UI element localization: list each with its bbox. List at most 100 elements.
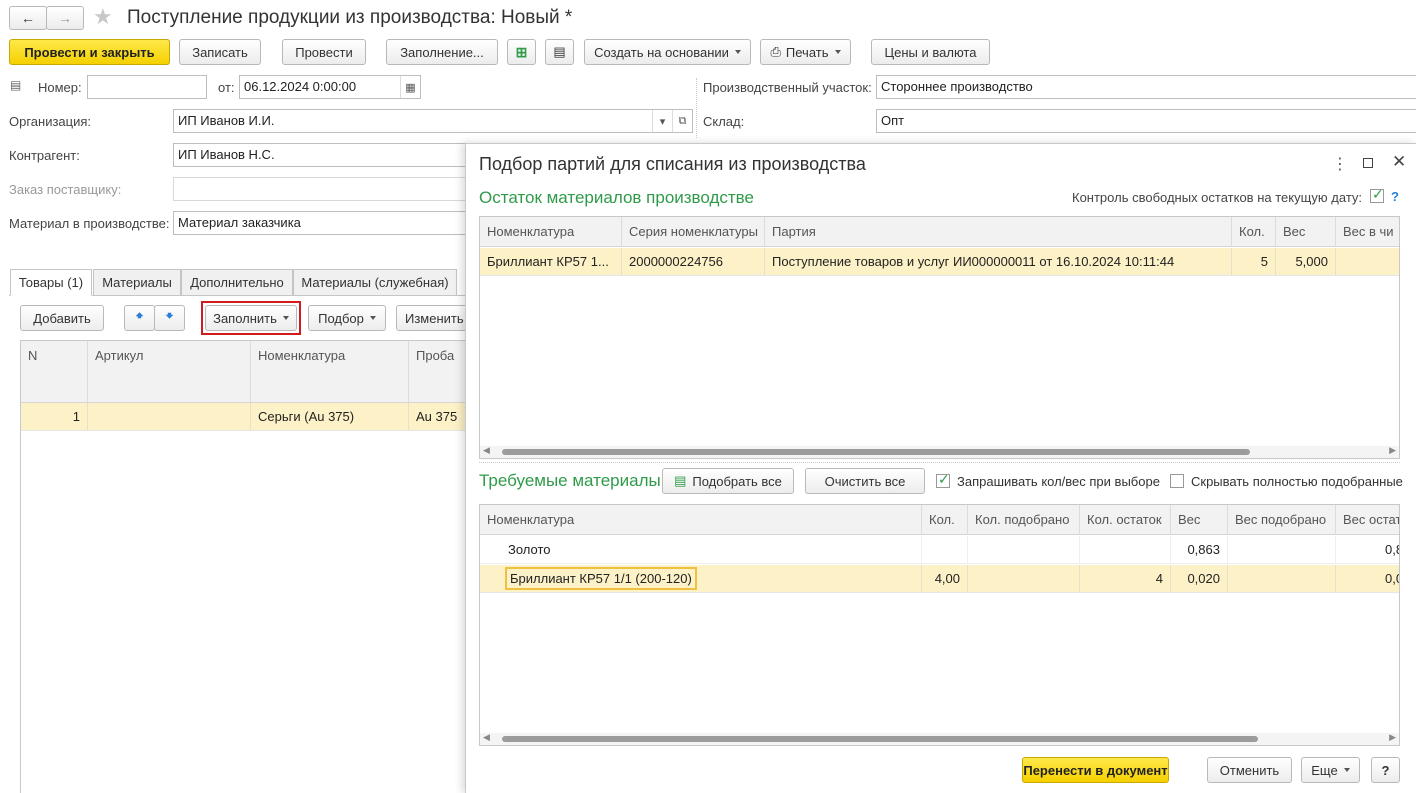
scrollbar-thumb[interactable] <box>502 736 1258 742</box>
column-header[interactable]: Номенклатура <box>480 505 922 534</box>
more-button[interactable]: Еще <box>1301 757 1360 783</box>
move-up-button[interactable]: 🠹 <box>124 305 155 331</box>
help-button[interactable]: ? <box>1371 757 1400 783</box>
print-button[interactable]: ⎙ Печать <box>760 39 851 65</box>
cell-weight-in <box>1336 248 1399 275</box>
dropdown-icon[interactable]: ▾ <box>652 110 672 132</box>
clear-all-button[interactable]: Очистить все <box>805 468 925 494</box>
post-and-close-button[interactable]: Провести и закрыть <box>9 39 170 65</box>
column-header[interactable]: Кол. <box>1232 217 1276 246</box>
pick-button[interactable]: Подбор <box>308 305 386 331</box>
back-button[interactable]: ← <box>9 6 47 30</box>
scroll-left-icon[interactable]: ◀ <box>483 732 490 743</box>
cell-batch: Поступление товаров и услуг ИИ000000011 … <box>765 248 1232 275</box>
table-row[interactable]: 1 Серьги (Au 375) Au 375 <box>21 403 480 431</box>
more-vert-icon[interactable]: ⋮ <box>1332 154 1348 174</box>
scrollbar-thumb[interactable] <box>502 449 1250 455</box>
column-header[interactable]: Кол. подобрано <box>968 505 1080 534</box>
add-green-button[interactable]: ⊞ <box>507 39 536 65</box>
create-based-button[interactable]: Создать на основании <box>584 39 751 65</box>
scroll-left-icon[interactable]: ◀ <box>483 445 490 456</box>
table-row[interactable]: Золото 0,863 0,8 <box>480 536 1399 564</box>
tab-materials[interactable]: Материалы <box>93 269 181 296</box>
column-header[interactable]: Кол. остаток <box>1080 505 1171 534</box>
column-header[interactable]: Артикул <box>88 341 251 402</box>
open-icon[interactable]: ⧉ <box>672 110 692 132</box>
date-value: 06.12.2024 0:00:00 <box>244 79 357 94</box>
transfer-to-document-button[interactable]: Перенести в документ <box>1022 757 1169 783</box>
ask-qty-checkbox[interactable]: ✓ <box>936 471 950 488</box>
horizontal-scrollbar[interactable]: ◀ ▶ <box>480 732 1399 745</box>
save-button[interactable]: Записать <box>179 39 261 65</box>
favorite-star-icon[interactable]: ★ <box>93 4 113 30</box>
row-nomenclature: Серьги (Au 375) <box>251 403 409 430</box>
column-header[interactable]: Вес остат <box>1336 505 1399 534</box>
ask-qty-label[interactable]: Запрашивать кол/вес при выборе <box>957 474 1160 489</box>
supplier-order-label: Заказ поставщику: <box>9 182 122 197</box>
cancel-button[interactable]: Отменить <box>1207 757 1292 783</box>
horizontal-scrollbar[interactable]: ◀ ▶ <box>480 445 1399 458</box>
number-input[interactable] <box>87 75 207 99</box>
forward-button[interactable]: → <box>46 6 84 30</box>
prices-currency-button[interactable]: Цены и валюта <box>871 39 990 65</box>
column-header[interactable]: N <box>21 341 88 402</box>
tab-materials-service[interactable]: Материалы (служебная) <box>293 269 457 296</box>
scroll-right-icon[interactable]: ▶ <box>1389 445 1396 456</box>
material-field[interactable]: Материал заказчика <box>173 211 473 235</box>
close-icon[interactable]: ✕ <box>1392 152 1406 172</box>
change-button[interactable]: Изменить <box>396 305 476 331</box>
post-button[interactable]: Провести <box>282 39 366 65</box>
goods-table[interactable]: N Артикул Номенклатура Проба 1 Серьги (A… <box>20 340 480 793</box>
column-header[interactable]: Номенклатура <box>480 217 622 246</box>
tab-additional[interactable]: Дополнительно <box>181 269 293 296</box>
maximize-icon[interactable] <box>1363 158 1373 168</box>
move-down-button[interactable]: 🠻 <box>154 305 185 331</box>
help-icon[interactable]: ? <box>1391 189 1399 204</box>
column-header[interactable]: Серия номенклатуры <box>622 217 765 246</box>
column-header[interactable]: Вес <box>1276 217 1336 246</box>
production-site-label: Производственный участок: <box>703 80 872 95</box>
selected-cell[interactable]: Бриллиант КР57 1/1 (200-120) <box>505 567 697 590</box>
column-header[interactable]: Номенклатура <box>251 341 409 402</box>
cell-weight: 0,863 <box>1171 536 1228 563</box>
column-header[interactable]: Партия <box>765 217 1232 246</box>
hide-picked-label[interactable]: Скрывать полностью подобранные <box>1191 474 1403 489</box>
add-button[interactable]: Добавить <box>20 305 104 331</box>
table-row[interactable]: Бриллиант КР57 1... 2000000224756 Поступ… <box>480 248 1399 276</box>
column-header[interactable]: Вес <box>1171 505 1228 534</box>
window-title: Поступление продукции из производства: Н… <box>127 7 573 28</box>
remains-table[interactable]: Номенклатура Серия номенклатуры Партия К… <box>479 216 1400 459</box>
supplier-order-field[interactable] <box>173 177 473 201</box>
calendar-icon[interactable]: ▦ <box>400 76 420 98</box>
warehouse-field[interactable]: Опт <box>876 109 1416 133</box>
fill-in-button[interactable]: Заполнение... <box>386 39 498 65</box>
table-row[interactable]: Бриллиант КР57 1/1 (200-120) 4,00 4 0,02… <box>480 565 1399 593</box>
tab-goods[interactable]: Товары (1) <box>10 269 92 296</box>
fill-button[interactable]: Заполнить <box>205 305 297 331</box>
dropdown-caret-icon <box>1343 768 1350 772</box>
contractor-field[interactable]: ИП Иванов Н.С. <box>173 143 473 167</box>
cell-weight-left: 0,8 <box>1385 542 1399 557</box>
column-header[interactable]: Вес подобрано <box>1228 505 1336 534</box>
production-site-field[interactable]: Стороннее производство <box>876 75 1416 99</box>
cell-series: 2000000224756 <box>622 248 765 275</box>
hide-picked-checkbox[interactable] <box>1170 474 1184 488</box>
organization-field[interactable]: ИП Иванов И.И. ▾ ⧉ <box>173 109 693 133</box>
cell-qty-picked <box>968 565 1080 592</box>
date-input[interactable]: 06.12.2024 0:00:00 ▦ <box>239 75 421 99</box>
column-header[interactable]: Кол. <box>922 505 968 534</box>
required-table[interactable]: Номенклатура Кол. Кол. подобрано Кол. ос… <box>479 504 1400 746</box>
pick-label: Подбор <box>318 310 364 326</box>
column-header[interactable]: Вес в чи <box>1336 217 1399 246</box>
section-divider <box>479 462 1400 463</box>
control-checkbox[interactable]: ✓ <box>1370 186 1384 203</box>
arrow-up-icon: 🠹 <box>135 308 144 323</box>
pick-all-button[interactable]: ▤ Подобрать все <box>662 468 794 494</box>
comment-icon[interactable]: ▤ <box>10 78 21 92</box>
cell-qty: 4,00 <box>922 565 968 592</box>
goods-table-header: N Артикул Номенклатура Проба <box>21 341 480 403</box>
scroll-right-icon[interactable]: ▶ <box>1389 732 1396 743</box>
dropdown-caret-icon <box>282 316 289 320</box>
report-button[interactable]: ▤ <box>545 39 574 65</box>
fill-label: Заполнить <box>213 310 277 326</box>
